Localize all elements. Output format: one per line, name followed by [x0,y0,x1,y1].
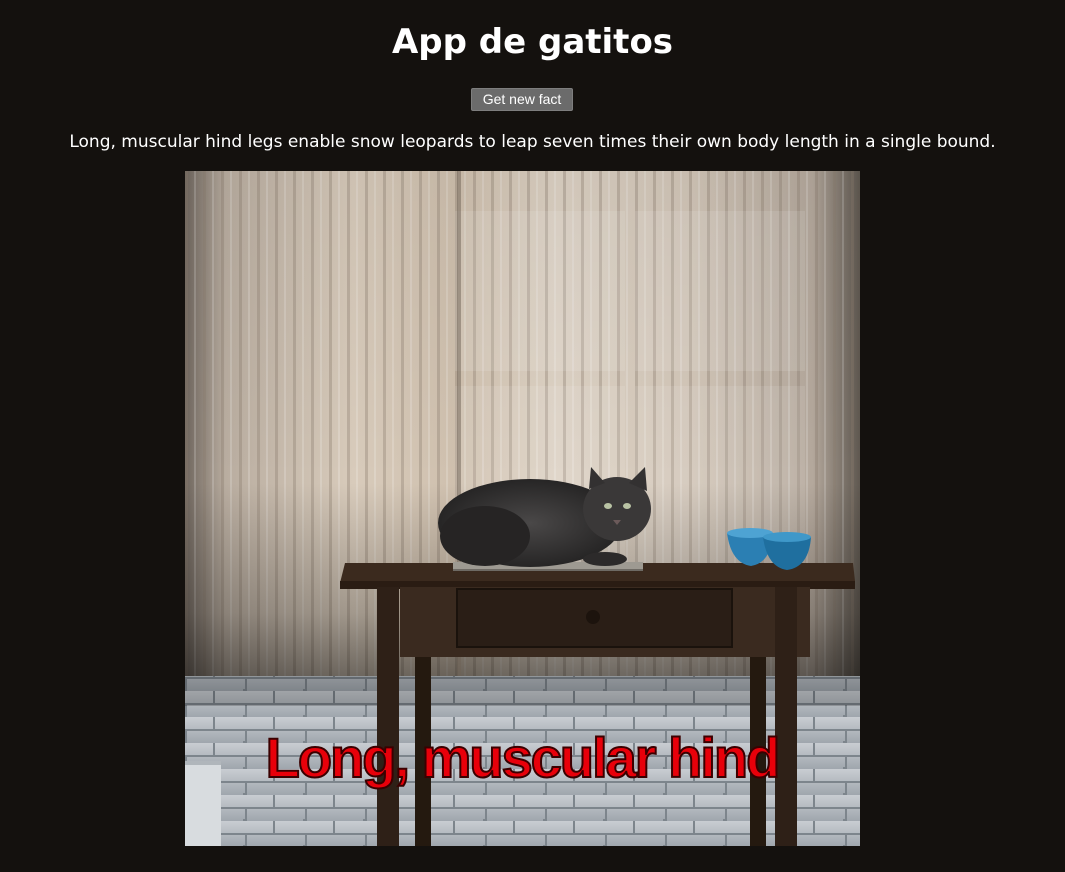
page: App de gatitos Get new fact Long, muscul… [0,0,1065,872]
cat-fact-text: Long, muscular hind legs enable snow leo… [69,132,996,152]
cat-image: Long, muscular hind [185,171,860,846]
get-new-fact-button[interactable]: Get new fact [471,88,573,111]
image-caption-overlay: Long, muscular hind [266,726,779,789]
page-title: App de gatitos [391,22,674,62]
